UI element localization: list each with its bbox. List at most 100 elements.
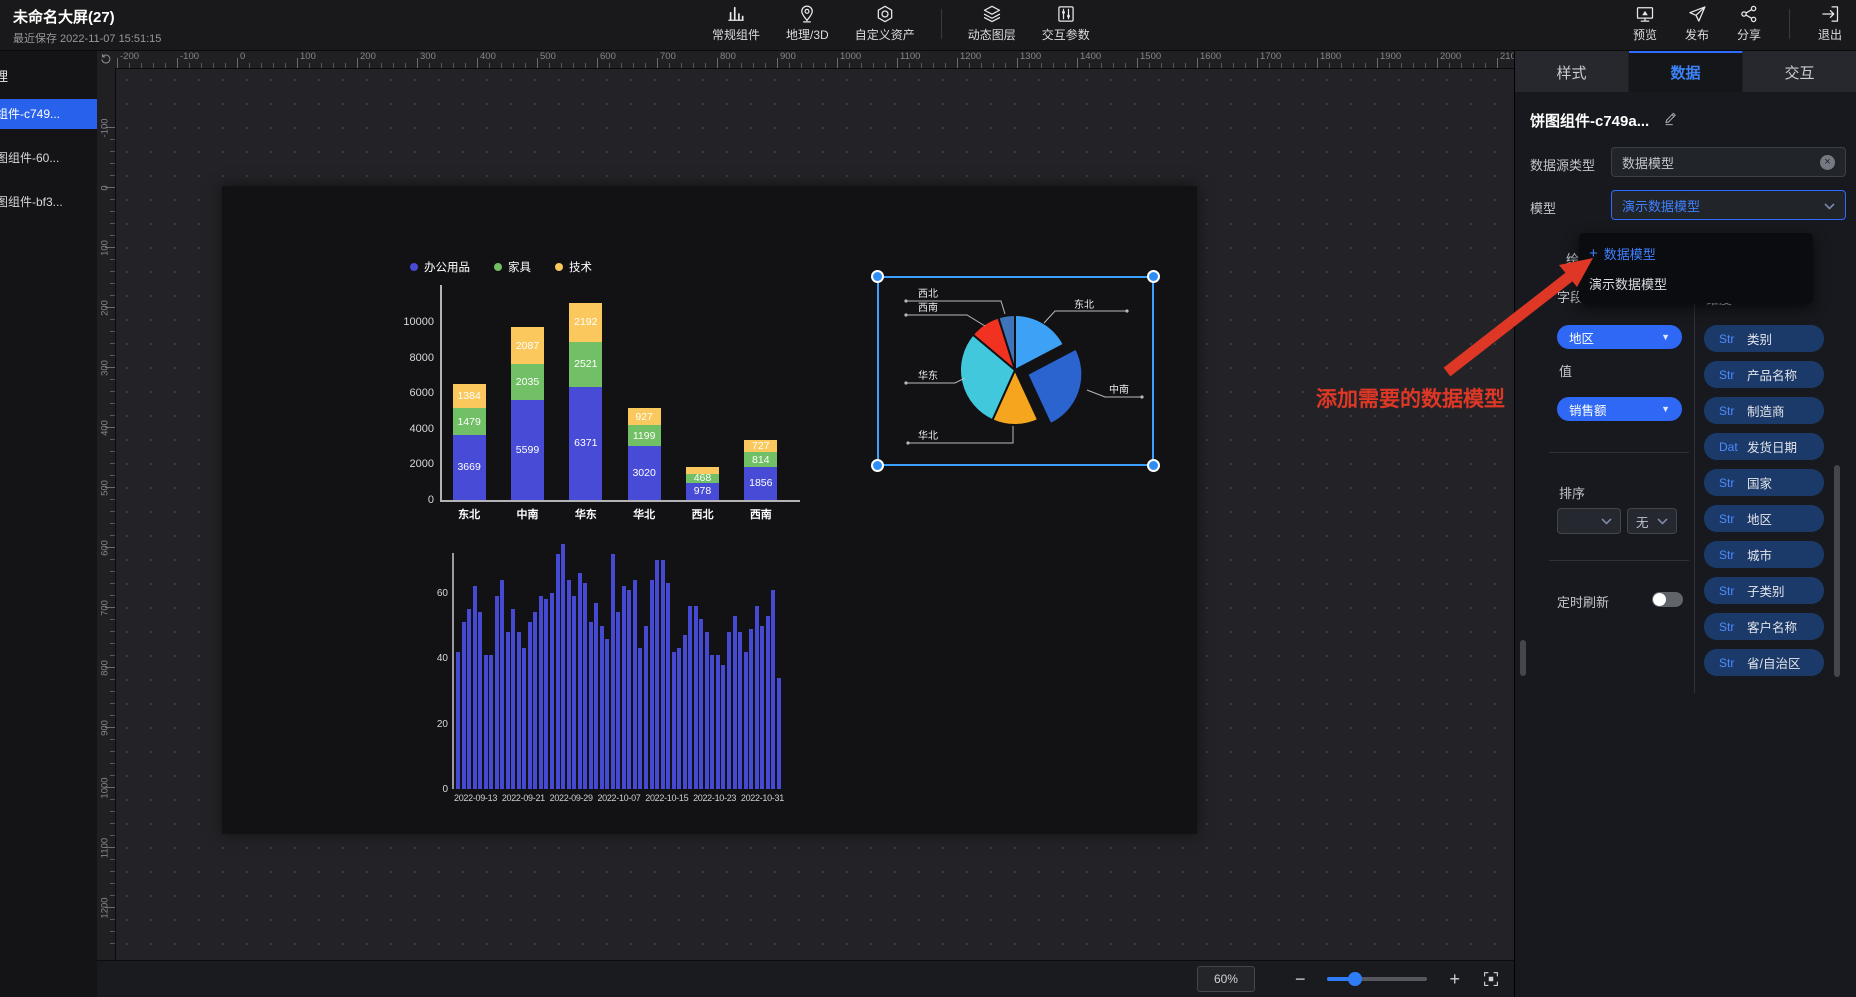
ruler-tick	[801, 63, 802, 68]
field-pill[interactable]: Str产品名称	[1704, 361, 1824, 388]
field-pill[interactable]: Str省/自治区	[1704, 649, 1824, 676]
fit-to-screen-button[interactable]	[1482, 970, 1500, 988]
design-canvas[interactable]: 办公用品家具技术02000400060008000100003669147913…	[222, 186, 1197, 834]
histogram-chart-component[interactable]: 02040602022-09-132022-09-212022-09-29202…	[430, 525, 810, 815]
histogram-bar	[528, 622, 532, 789]
ruler-tick	[1317, 58, 1318, 68]
y-axis-tick-label: 60	[430, 588, 448, 599]
zoom-slider-knob[interactable]	[1348, 972, 1362, 986]
histogram-bar	[672, 652, 676, 789]
ruler-tick	[453, 63, 454, 68]
sort-field-select[interactable]	[1557, 508, 1621, 534]
selection-handle[interactable]	[871, 270, 884, 283]
action-share[interactable]: 分享	[1737, 4, 1761, 43]
field-name: 制造商	[1747, 401, 1785, 420]
ruler-tick	[909, 63, 910, 68]
bar-segment: 2035	[511, 364, 544, 400]
x-axis-line	[440, 500, 800, 502]
legend-item: 办公用品	[410, 259, 470, 275]
dimension-field-pill[interactable]: 地区 ▼	[1557, 325, 1682, 349]
y-axis-tick-label: 40	[430, 653, 448, 664]
field-pill[interactable]: Str城市	[1704, 541, 1824, 568]
datasource-type-input[interactable]: 数据模型 ×	[1611, 147, 1846, 177]
field-pill[interactable]: Str子类别	[1704, 577, 1824, 604]
action-preview[interactable]: 预览	[1633, 4, 1657, 43]
left-scrollbar-thumb[interactable]	[1520, 640, 1526, 676]
field-pill[interactable]: Str制造商	[1704, 397, 1824, 424]
reset-icon	[100, 53, 112, 65]
caret-down-icon: ▼	[1661, 332, 1670, 342]
zoom-level-input[interactable]: 60%	[1197, 966, 1255, 992]
ruler-tick	[1449, 63, 1450, 68]
field-pill[interactable]: Dat发货日期	[1704, 433, 1824, 460]
timed-refresh-toggle[interactable]	[1652, 592, 1683, 607]
ruler-tick-label: 400	[480, 51, 496, 62]
sort-order-select[interactable]: 无	[1627, 508, 1677, 534]
layer-item[interactable]: 图组件-bf3...	[0, 187, 97, 217]
histogram-bar	[694, 606, 698, 789]
tool-interaction-params[interactable]: 交互参数	[1042, 4, 1090, 43]
tab-数据[interactable]: 数据	[1629, 50, 1743, 92]
ruler-tick	[393, 63, 394, 68]
ruler-tick	[110, 631, 115, 632]
ruler-tick	[110, 223, 115, 224]
layer-item[interactable]: 图组件-60...	[0, 143, 97, 173]
ruler-tick	[1401, 63, 1402, 68]
histogram-bar	[683, 635, 687, 789]
ruler-tick-label: 0	[240, 51, 245, 62]
y-axis-tick-label: 0	[394, 494, 434, 506]
ruler-tick	[1461, 63, 1462, 68]
selection-handle[interactable]	[1147, 270, 1160, 283]
selection-handle[interactable]	[1147, 459, 1160, 472]
value-field-pill[interactable]: 销售额 ▼	[1557, 397, 1682, 421]
histogram-bar	[500, 580, 504, 789]
tool-dynamic-layers[interactable]: 动态图层	[968, 4, 1016, 43]
ruler-tick	[110, 403, 115, 404]
ruler-tick	[1149, 63, 1150, 68]
edit-title-button[interactable]	[1663, 110, 1679, 131]
histogram-bar	[738, 632, 742, 789]
clear-icon[interactable]: ×	[1820, 155, 1835, 170]
field-pill[interactable]: Str国家	[1704, 469, 1824, 496]
date-label: 2022-09-21	[502, 793, 545, 803]
field-type-badge: Str	[1719, 368, 1747, 382]
zoom-in-button[interactable]: +	[1449, 970, 1460, 988]
tool-geo-3d[interactable]: 地理/3D	[786, 4, 829, 43]
model-select[interactable]: 演示数据模型	[1611, 190, 1846, 220]
tool-custom-assets[interactable]: 自定义资产	[855, 4, 915, 43]
histogram-bar	[749, 629, 753, 789]
ruler-tick	[110, 511, 115, 512]
ruler-tick	[765, 63, 766, 68]
pie-label-dot	[906, 441, 909, 444]
ruler-tick	[110, 571, 115, 572]
tab-样式[interactable]: 样式	[1515, 50, 1629, 92]
action-exit[interactable]: 退出	[1818, 4, 1842, 43]
histogram-bar	[716, 655, 720, 789]
field-name: 省/自治区	[1747, 653, 1800, 672]
add-data-model-option[interactable]: + 数据模型	[1579, 238, 1813, 268]
histogram-bar	[650, 580, 654, 789]
model-option[interactable]: 演示数据模型	[1579, 268, 1813, 298]
ruler-tick	[1089, 63, 1090, 68]
action-publish[interactable]: 发布	[1685, 4, 1709, 43]
selection-handle[interactable]	[871, 459, 884, 472]
ruler-tick	[177, 58, 178, 68]
ruler-reset-button[interactable]	[97, 50, 115, 68]
field-name: 城市	[1747, 545, 1772, 564]
zoom-slider[interactable]	[1327, 977, 1427, 981]
stacked-bar-chart-component[interactable]: 办公用品家具技术02000400060008000100003669147913…	[340, 215, 810, 520]
canvas-area[interactable]: 办公用品家具技术02000400060008000100003669147913…	[115, 68, 1514, 960]
ruler-tick	[1185, 63, 1186, 68]
right-scrollbar-thumb[interactable]	[1834, 465, 1840, 677]
layer-item[interactable]: 组件-c749...	[0, 99, 97, 129]
bar-segment: 978	[686, 483, 719, 500]
tab-交互[interactable]: 交互	[1743, 50, 1856, 92]
pencil-icon	[1663, 110, 1679, 126]
pie-chart-component-selected[interactable]: 东北中南华北华东西南西北	[877, 276, 1154, 466]
tool-regular-components[interactable]: 常规组件	[712, 4, 760, 43]
ruler-tick	[1257, 58, 1258, 68]
field-pill[interactable]: Str类别	[1704, 325, 1824, 352]
field-pill[interactable]: Str客户名称	[1704, 613, 1824, 640]
zoom-out-button[interactable]: −	[1295, 970, 1306, 988]
field-pill[interactable]: Str地区	[1704, 505, 1824, 532]
